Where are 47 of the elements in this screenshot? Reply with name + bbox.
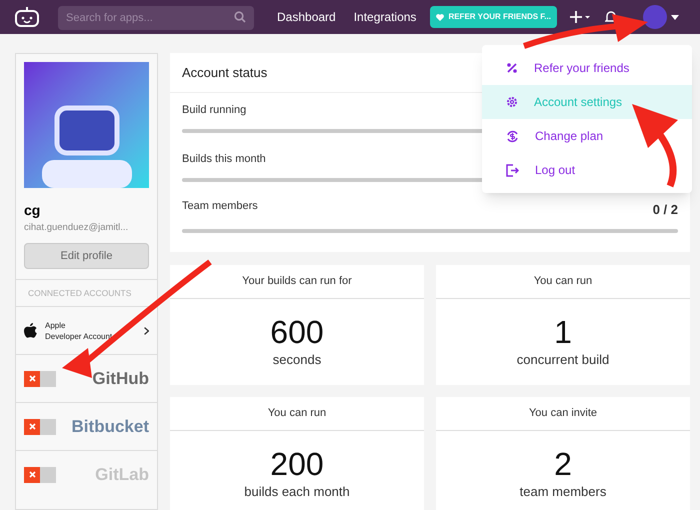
apple-icon — [24, 323, 37, 338]
menu-item[interactable]: Change plan — [482, 119, 692, 153]
caret-icon[interactable] — [670, 14, 679, 20]
stat-unit: seconds — [272, 351, 322, 370]
stat-heading: You can invite — [528, 406, 598, 422]
stat-value: 2 — [554, 446, 572, 482]
search-field[interactable]: Search for apps... — [58, 6, 254, 30]
stat-unit: concurrent build — [516, 351, 610, 370]
status-reading: 0 / 2 — [652, 200, 678, 219]
search-icon — [234, 11, 246, 23]
status-label: Builds this month — [182, 152, 266, 168]
x-icon — [28, 375, 36, 382]
toggle-switch[interactable] — [24, 466, 56, 483]
service-name: GitHub — [92, 368, 149, 390]
status-label: Build running — [182, 103, 246, 118]
heart-icon — [436, 14, 444, 20]
stat-value: 1 — [554, 314, 572, 350]
email-text: cihat.guenduez@jamitl... — [23, 221, 130, 235]
percent-icon — [506, 62, 518, 74]
status-label: Team members — [182, 198, 258, 214]
x-icon — [28, 423, 36, 430]
nav-link[interactable]: Integrations — [354, 8, 416, 26]
stat-heading: Your builds can run for — [242, 274, 352, 290]
x-icon — [28, 471, 36, 478]
stat-unit: team members — [520, 483, 606, 502]
toggle-switch[interactable] — [24, 418, 56, 435]
section-heading: CONNECTED ACCOUNTS — [28, 286, 132, 300]
stat-heading: You can run — [268, 406, 326, 422]
menu-item[interactable]: Log out — [482, 153, 692, 187]
stat-unit: builds each month — [244, 483, 350, 502]
account-label: Developer Account — [45, 330, 114, 342]
menu-item[interactable]: Refer your friends — [482, 51, 692, 85]
gear-icon — [506, 96, 518, 108]
service-name: Bitbucket — [72, 416, 149, 438]
edit-profile-button[interactable]: Edit profile — [24, 243, 149, 270]
dollar-cycle-icon — [506, 130, 519, 142]
account-label: Apple — [45, 320, 66, 331]
stat-value: 200 — [270, 446, 324, 482]
plus-icon[interactable] — [568, 10, 591, 24]
username: cg — [23, 201, 42, 220]
stat-heading: You can run — [534, 274, 592, 290]
toggle-switch[interactable] — [24, 370, 56, 387]
robot-logo-icon[interactable] — [14, 6, 40, 28]
chevron-right-icon — [144, 326, 149, 335]
logout-icon — [506, 164, 519, 176]
nav-link[interactable]: Dashboard — [277, 8, 336, 26]
stat-value: 600 — [270, 314, 324, 350]
